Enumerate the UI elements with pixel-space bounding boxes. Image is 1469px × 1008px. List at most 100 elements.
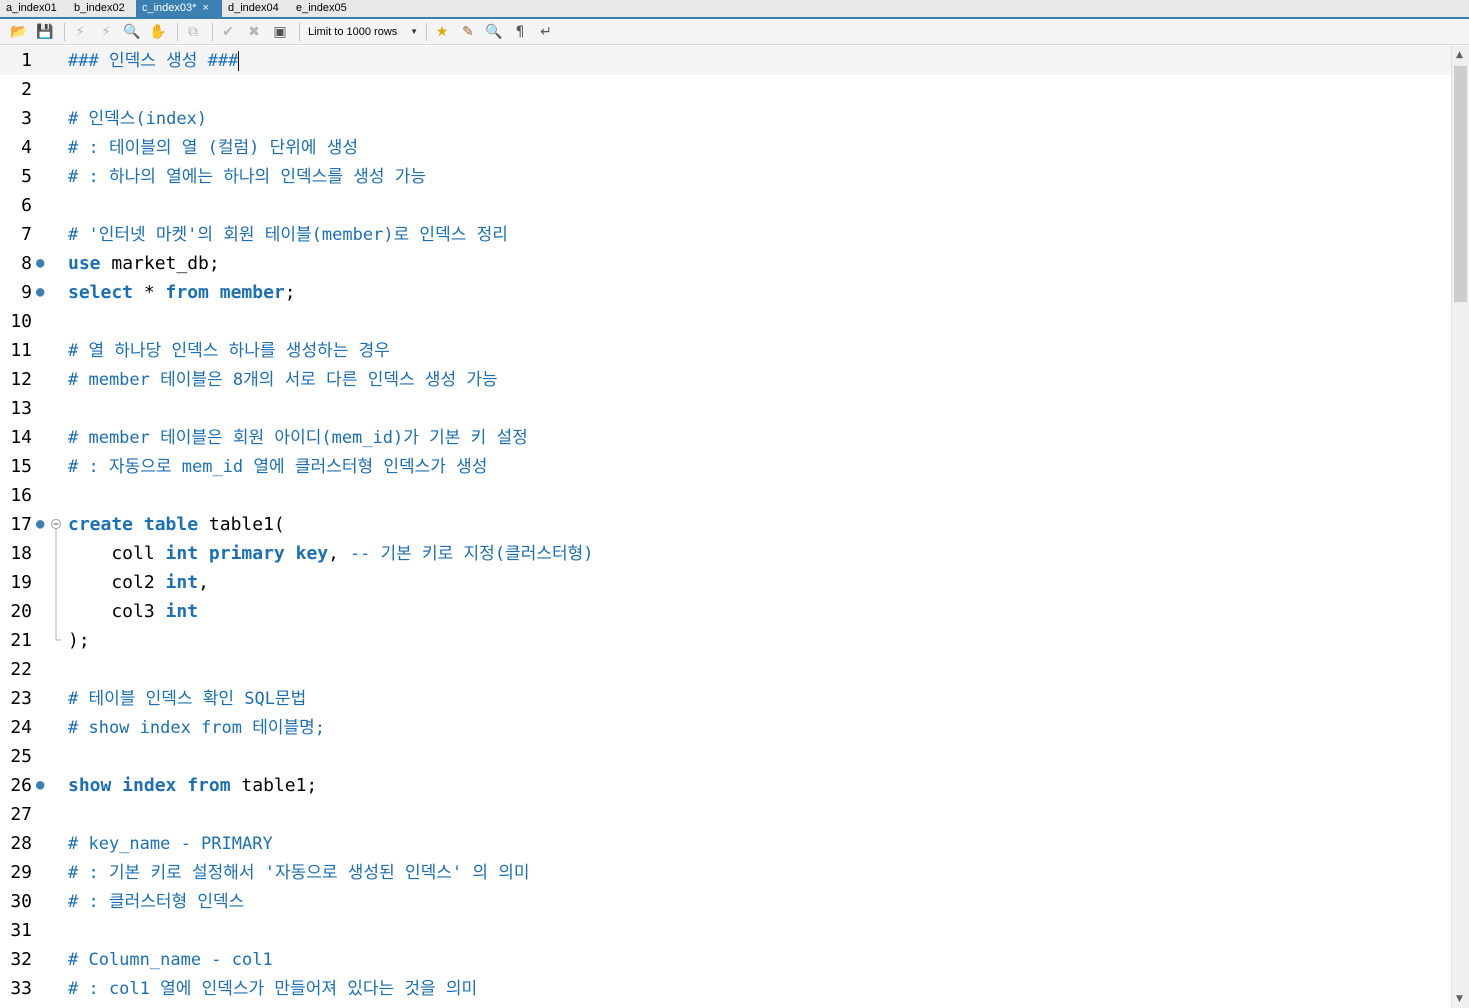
commit-icon[interactable]: ✔ bbox=[217, 21, 239, 43]
code-line[interactable]: 31 bbox=[0, 916, 1451, 945]
tab-label: a_index01 bbox=[6, 2, 57, 14]
code-line[interactable]: 11 # 열 하나당 인덱스 하나를 생성하는 경우 bbox=[0, 336, 1451, 365]
tab-2[interactable]: c_index03* × bbox=[136, 0, 222, 17]
line-number: 25 bbox=[10, 746, 32, 767]
code-line[interactable]: 33 # : col1 열에 인덱스가 만들어져 있다는 것을 의미 bbox=[0, 974, 1451, 1003]
execute-icon[interactable]: ⚡ bbox=[69, 21, 91, 43]
wrap-icon[interactable]: ↵ bbox=[535, 21, 557, 43]
code-line[interactable]: 24 # show index from 테이블명; bbox=[0, 713, 1451, 742]
tab-1[interactable]: b_index02 bbox=[68, 0, 136, 17]
toolbar-separator bbox=[212, 22, 213, 41]
code-text: col3 int bbox=[68, 597, 198, 626]
code-line[interactable]: 18 coll int primary key, -- 기본 키로 지정(클러스… bbox=[0, 539, 1451, 568]
code-line[interactable]: 19 col2 int, bbox=[0, 568, 1451, 597]
code-line[interactable]: 22 bbox=[0, 655, 1451, 684]
comment-token: # : 테이블의 열 (컬럼) 단위에 생성 bbox=[68, 138, 359, 158]
line-number: 26 bbox=[10, 775, 32, 796]
invisible-chars-icon[interactable]: ¶ bbox=[509, 21, 531, 43]
scroll-down-icon[interactable]: ▼ bbox=[1456, 994, 1463, 1004]
scroll-up-icon[interactable]: ▲ bbox=[1456, 50, 1463, 60]
code-line[interactable]: 2 bbox=[0, 75, 1451, 104]
vertical-scrollbar[interactable]: ▲ ▼ bbox=[1451, 46, 1469, 1008]
code-line[interactable]: 15 # : 자동으로 mem_id 열에 클러스터형 인덱스가 생성 bbox=[0, 452, 1451, 481]
code-text: # : 테이블의 열 (컬럼) 단위에 생성 bbox=[68, 133, 358, 163]
fold-line-icon bbox=[55, 626, 61, 641]
save-icon[interactable]: 💾 bbox=[34, 21, 56, 43]
tab-4[interactable]: e_index05 bbox=[290, 0, 358, 17]
comment-token: # : 하나의 열에는 하나의 인덱스를 생성 가능 bbox=[68, 167, 426, 187]
scrollbar-thumb[interactable] bbox=[1454, 66, 1467, 302]
line-number: 28 bbox=[10, 833, 32, 854]
code-line[interactable]: 20 col3 int bbox=[0, 597, 1451, 626]
code-line[interactable]: 1 ### 인덱스 생성 ### bbox=[0, 46, 1451, 75]
tab-0[interactable]: a_index01 bbox=[0, 0, 68, 17]
identifier-token: ); bbox=[68, 630, 90, 651]
code-line[interactable]: 4 # : 테이블의 열 (컬럼) 단위에 생성 bbox=[0, 133, 1451, 162]
code-line[interactable]: 6 bbox=[0, 191, 1451, 220]
code-line[interactable]: 10 bbox=[0, 307, 1451, 336]
tab-3[interactable]: d_index04 bbox=[222, 0, 290, 17]
execute-current-icon[interactable]: ⚡ bbox=[95, 21, 117, 43]
identifier-token: col2 bbox=[68, 572, 166, 593]
comment-token: # : 자동으로 mem_id 열에 클러스터형 인덱스가 생성 bbox=[68, 457, 488, 477]
code-line[interactable]: 13 bbox=[0, 394, 1451, 423]
statement-marker-icon: ● bbox=[36, 255, 45, 271]
autocommit-icon[interactable]: ▣ bbox=[269, 21, 291, 43]
code-line[interactable]: 30 # : 클러스터형 인덱스 bbox=[0, 887, 1451, 916]
find-icon[interactable]: 🔍 bbox=[483, 21, 505, 43]
fold-toggle-icon[interactable] bbox=[50, 510, 62, 539]
fold-line-icon bbox=[55, 539, 57, 568]
fold-line-icon bbox=[55, 597, 57, 626]
tab-bar: a_index01 b_index02 c_index03* × d_index04 e_… bbox=[0, 0, 1469, 19]
line-number: 4 bbox=[21, 137, 32, 158]
code-line[interactable]: 23 # 테이블 인덱스 확인 SQL문법 bbox=[0, 684, 1451, 713]
tab-label: c_index03* bbox=[142, 2, 197, 14]
code-line[interactable]: 25 bbox=[0, 742, 1451, 771]
identifier-token: col3 bbox=[68, 601, 166, 622]
beautify-icon[interactable]: ✎ bbox=[457, 21, 479, 43]
code-line[interactable]: 3 # 인덱스(index) bbox=[0, 104, 1451, 133]
code-line[interactable]: 8 ● use market_db; bbox=[0, 249, 1451, 278]
explain-icon[interactable]: 🔍 bbox=[121, 21, 143, 43]
comment-token: # : 클러스터형 인덱스 bbox=[68, 892, 245, 912]
line-number: 16 bbox=[10, 485, 32, 506]
sql-editor[interactable]: 1 ### 인덱스 생성 ### 2 3 # 인덱스(index) 4 # : 테이블의 열… bbox=[0, 46, 1451, 1008]
statement-marker-icon: ● bbox=[36, 516, 45, 532]
code-line[interactable]: 27 bbox=[0, 800, 1451, 829]
code-text: # : 자동으로 mem_id 열에 클러스터형 인덱스가 생성 bbox=[68, 452, 487, 482]
code-text: coll int primary key, -- 기본 키로 지정(클러스터형) bbox=[68, 539, 594, 569]
toggle-continue-icon[interactable]: ⧉ bbox=[182, 21, 204, 43]
line-number: 3 bbox=[21, 108, 32, 129]
code-line[interactable]: 7 # '인터넷 마켓'의 회원 테이블(member)로 인덱스 정리 bbox=[0, 220, 1451, 249]
favorite-icon[interactable]: ★ bbox=[431, 21, 453, 43]
comment-token: # member 테이블은 8개의 서로 다른 인덱스 생성 가능 bbox=[68, 370, 498, 390]
code-line[interactable]: 21); bbox=[0, 626, 1451, 655]
rollback-icon[interactable]: ✖ bbox=[243, 21, 265, 43]
code-line[interactable]: 16 bbox=[0, 481, 1451, 510]
code-line[interactable]: 29 # : 기본 키로 설정해서 '자동으로 생성된 인덱스' 의 의미 bbox=[0, 858, 1451, 887]
code-line[interactable]: 17 ● create table table1( bbox=[0, 510, 1451, 539]
keyword-token: primary key bbox=[208, 543, 329, 564]
code-line[interactable]: 14 # member 테이블은 회원 아이디(mem_id)가 기본 키 설정 bbox=[0, 423, 1451, 452]
comment-token: -- 기본 키로 지정(클러스터형) bbox=[349, 544, 594, 564]
comment-token: # 인덱스(index) bbox=[68, 109, 208, 129]
code-line[interactable]: 26 ● show index from table1; bbox=[0, 771, 1451, 800]
code-line[interactable]: 9 ● select * from member; bbox=[0, 278, 1451, 307]
comment-token: # '인터넷 마켓'의 회원 테이블(member)로 인덱스 정리 bbox=[68, 225, 508, 245]
open-folder-icon[interactable]: 📂 bbox=[8, 21, 30, 43]
line-number: 30 bbox=[10, 891, 32, 912]
stop-icon[interactable]: ✋ bbox=[147, 21, 169, 43]
code-line[interactable]: 12 # member 테이블은 8개의 서로 다른 인덱스 생성 가능 bbox=[0, 365, 1451, 394]
line-number: 2 bbox=[21, 79, 32, 100]
identifier-token: ; bbox=[284, 282, 296, 303]
code-text: show index from table1; bbox=[68, 771, 317, 800]
code-text: # member 테이블은 회원 아이디(mem_id)가 기본 키 설정 bbox=[68, 423, 528, 453]
toolbar-separator bbox=[299, 22, 300, 41]
code-line[interactable]: 28 # key_name - PRIMARY bbox=[0, 829, 1451, 858]
code-text: # '인터넷 마켓'의 회원 테이블(member)로 인덱스 정리 bbox=[68, 220, 508, 250]
code-line[interactable]: 32 # Column_name - col1 bbox=[0, 945, 1451, 974]
tab-label: e_index05 bbox=[296, 2, 347, 14]
code-line[interactable]: 5 # : 하나의 열에는 하나의 인덱스를 생성 가능 bbox=[0, 162, 1451, 191]
limit-rows-select[interactable]: Limit to 1000 rows ▼ bbox=[304, 22, 422, 42]
close-icon[interactable]: × bbox=[202, 2, 208, 15]
